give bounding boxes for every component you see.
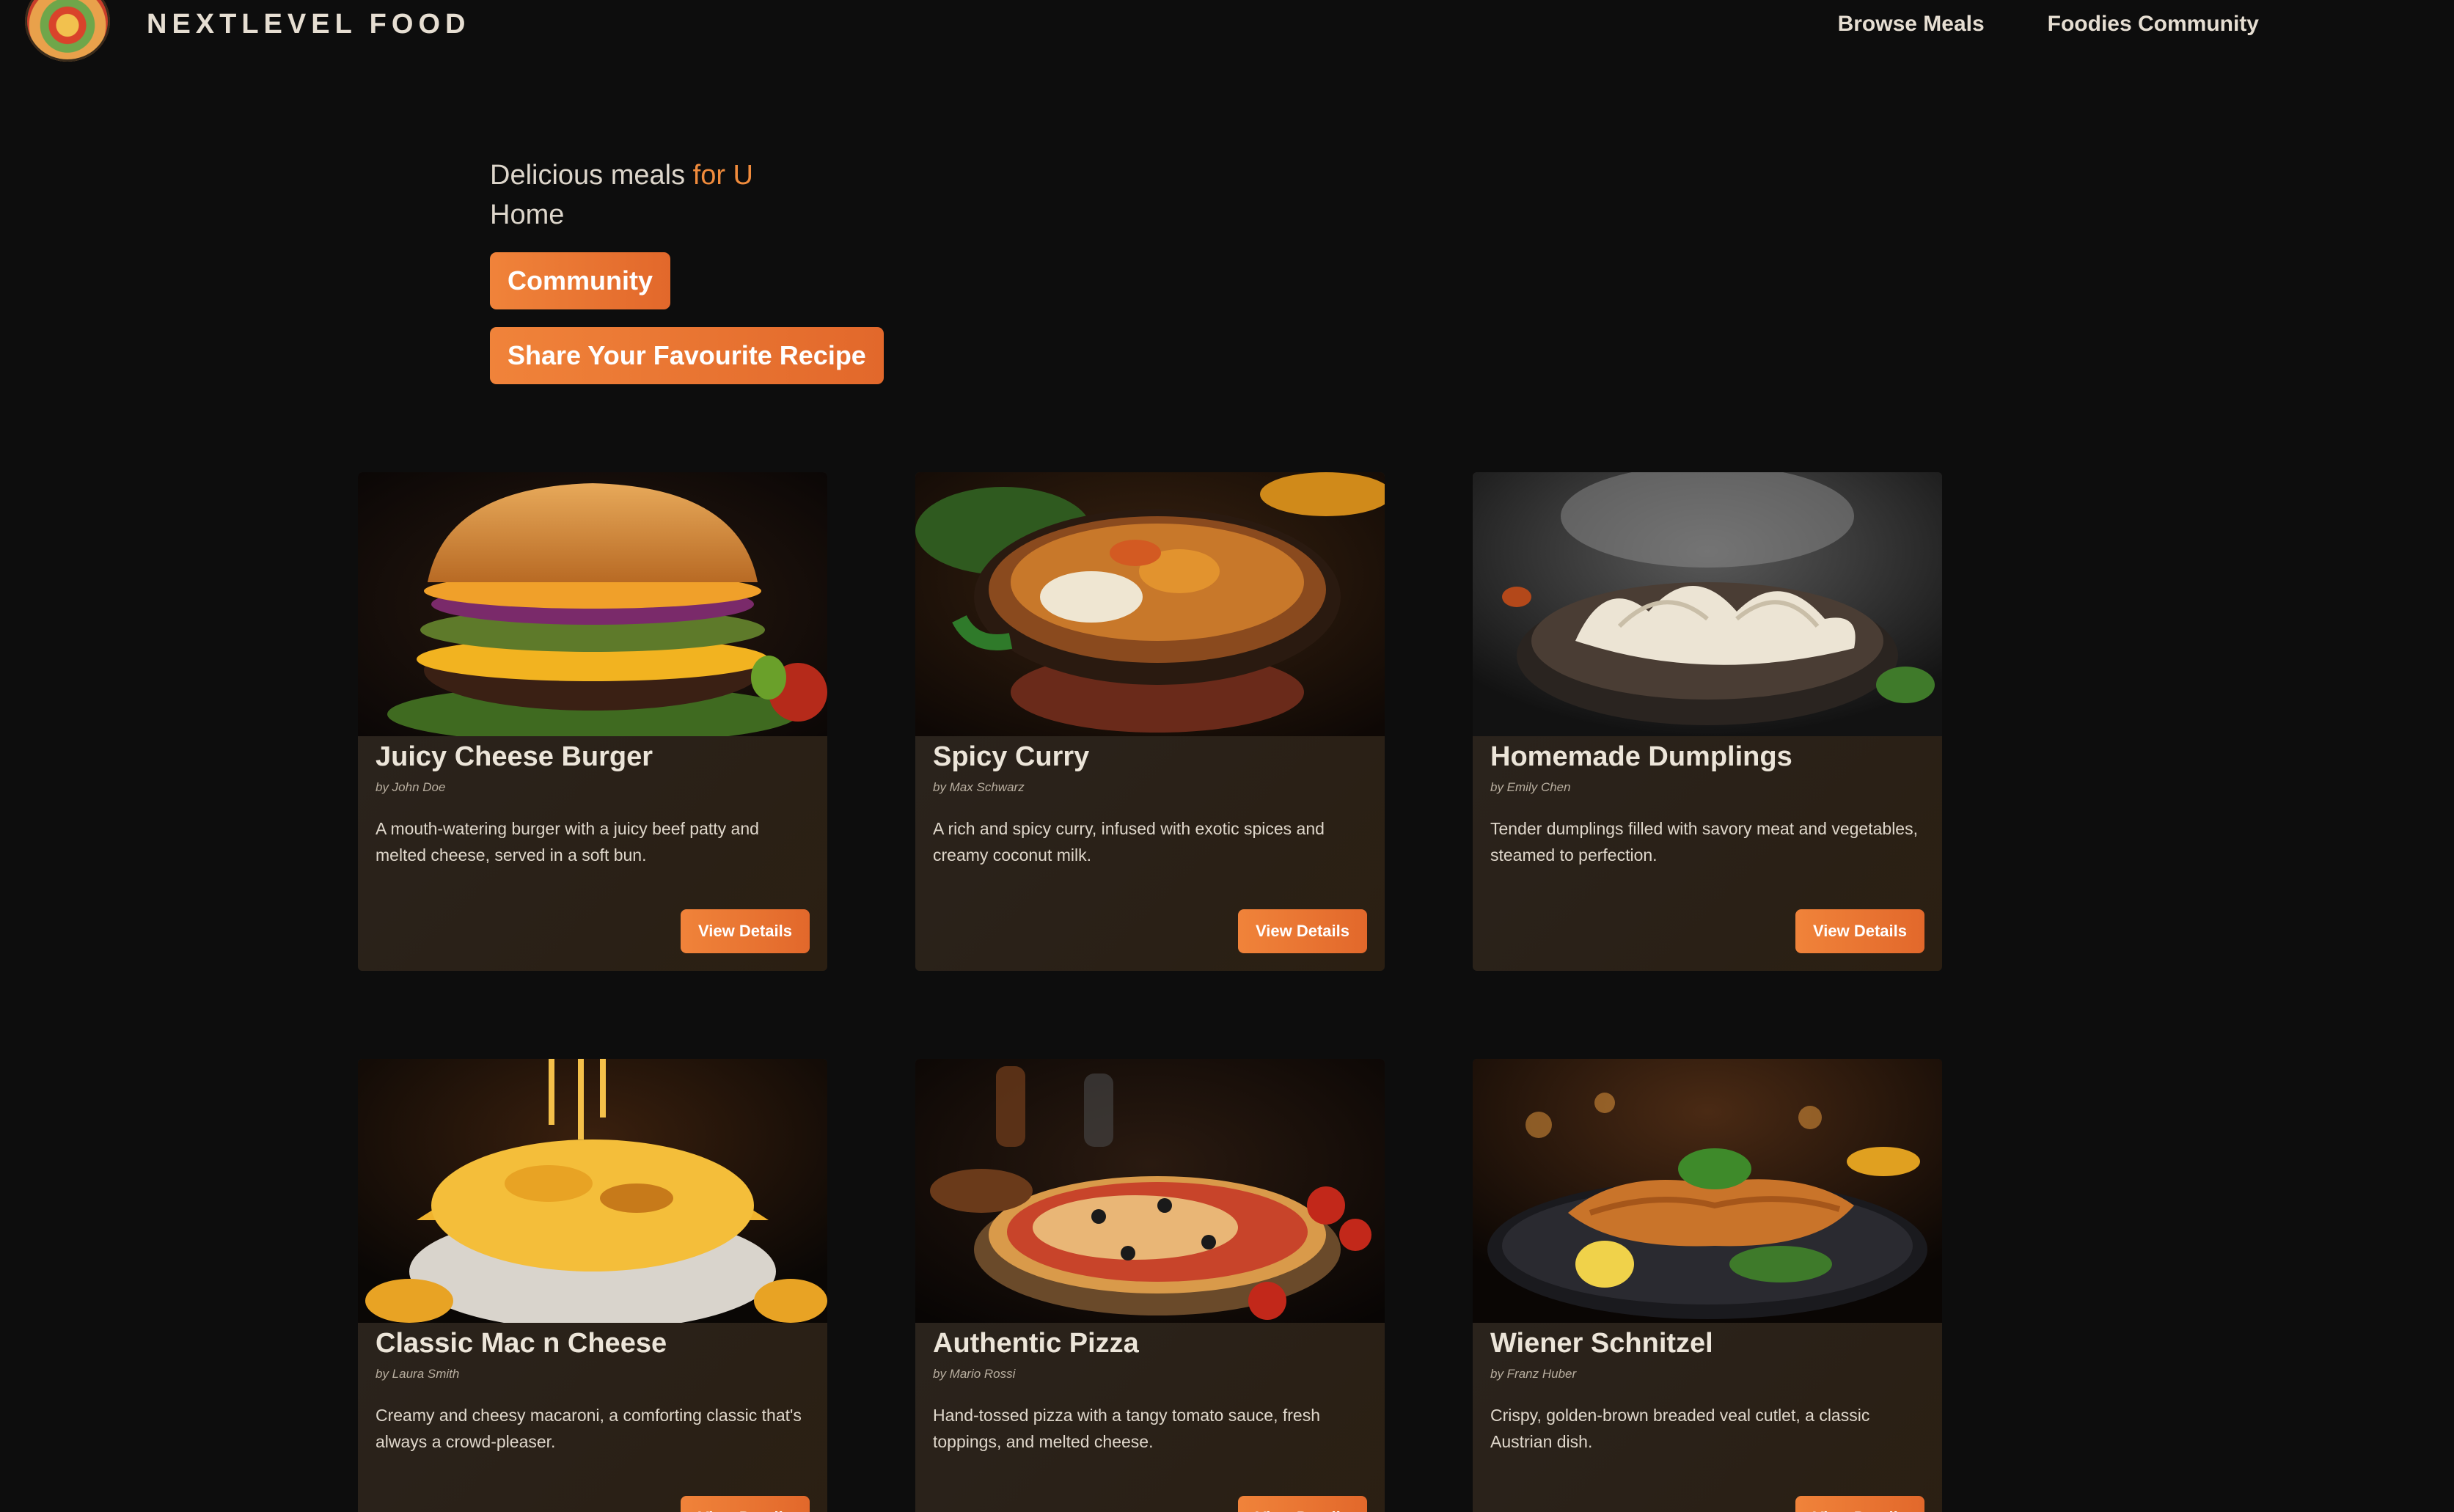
meal-card-body: Wiener Schnitzel by Franz Huber Crispy, … [1490, 1321, 1924, 1455]
meal-title: Homemade Dumplings [1490, 741, 1792, 772]
view-details-button[interactable]: View Details [1238, 909, 1367, 953]
nav-browse-meals[interactable]: Browse Meals [1838, 12, 1985, 37]
meal-author: by John Doe [376, 780, 446, 794]
meal-image-mac-n-cheese [358, 1059, 827, 1323]
meal-author: by Franz Huber [1490, 1367, 1577, 1381]
meal-title: Classic Mac n Cheese [376, 1328, 667, 1359]
hero-title-prefix: Delicious meals [490, 160, 686, 191]
meal-author: by Emily Chen [1490, 780, 1571, 794]
meal-title: Juicy Cheese Burger [376, 741, 653, 772]
meal-image-pizza [915, 1059, 1385, 1323]
view-details-button[interactable]: View Details [681, 909, 810, 953]
share-recipe-button[interactable]: Share Your Favourite Recipe [490, 327, 884, 384]
community-button[interactable]: Community [490, 252, 670, 309]
hero-subtitle: Home [490, 199, 565, 230]
meal-card: Spicy Curry by Max Schwarz A rich and sp… [915, 472, 1385, 971]
meal-summary: Tender dumplings filled with savory meat… [1490, 819, 1918, 865]
meal-summary: Crispy, golden-brown breaded veal cutlet… [1490, 1406, 1870, 1451]
meal-image-dumplings [1473, 472, 1942, 736]
meal-image-schnitzel [1473, 1059, 1942, 1323]
meal-card-body: Juicy Cheese Burger by John Doe A mouth-… [376, 735, 810, 868]
view-details-button[interactable]: View Details [681, 1496, 810, 1512]
meal-card-body: Authentic Pizza by Mario Rossi Hand-toss… [933, 1321, 1367, 1455]
nav-foodies-community[interactable]: Foodies Community [2048, 12, 2259, 37]
meal-summary: Hand-tossed pizza with a tangy tomato sa… [933, 1406, 1321, 1451]
meal-title: Wiener Schnitzel [1490, 1328, 1713, 1359]
meal-card-body: Homemade Dumplings by Emily Chen Tender … [1490, 735, 1924, 868]
meal-summary: Creamy and cheesy macaroni, a comforting… [376, 1406, 802, 1451]
meal-card: Wiener Schnitzel by Franz Huber Crispy, … [1473, 1059, 1942, 1512]
meal-author: by Mario Rossi [933, 1367, 1016, 1381]
meal-author: by Laura Smith [376, 1367, 460, 1381]
meal-author: by Max Schwarz [933, 780, 1025, 794]
meal-card: Authentic Pizza by Mario Rossi Hand-toss… [915, 1059, 1385, 1512]
meal-card: Classic Mac n Cheese by Laura Smith Crea… [358, 1059, 827, 1512]
meal-card: Homemade Dumplings by Emily Chen Tender … [1473, 472, 1942, 971]
main-nav: Browse Meals Foodies Community [1838, 12, 2259, 37]
hero-title: Delicious meals for U [490, 157, 753, 194]
brand-name[interactable]: NEXTLEVEL FOOD [147, 9, 470, 40]
view-details-button[interactable]: View Details [1795, 1496, 1924, 1512]
meal-title: Spicy Curry [933, 741, 1090, 772]
hero-section: Delicious meals for U Home Community Sha… [490, 157, 884, 384]
meal-summary: A rich and spicy curry, infused with exo… [933, 819, 1325, 865]
meal-image-curry [915, 472, 1385, 736]
view-details-button[interactable]: View Details [1795, 909, 1924, 953]
logo-plate-icon[interactable] [25, 0, 110, 62]
site-header: NEXTLEVEL FOOD Browse Meals Foodies Comm… [0, 0, 2454, 66]
meal-summary: A mouth-watering burger with a juicy bee… [376, 819, 759, 865]
view-details-button[interactable]: View Details [1238, 1496, 1367, 1512]
meal-image-burger [358, 472, 827, 736]
meal-title: Authentic Pizza [933, 1328, 1139, 1359]
meal-card-body: Spicy Curry by Max Schwarz A rich and sp… [933, 735, 1367, 868]
meal-card-body: Classic Mac n Cheese by Laura Smith Crea… [376, 1321, 810, 1455]
hero-title-accent: for U [692, 160, 754, 191]
meal-card: Juicy Cheese Burger by John Doe A mouth-… [358, 472, 827, 971]
